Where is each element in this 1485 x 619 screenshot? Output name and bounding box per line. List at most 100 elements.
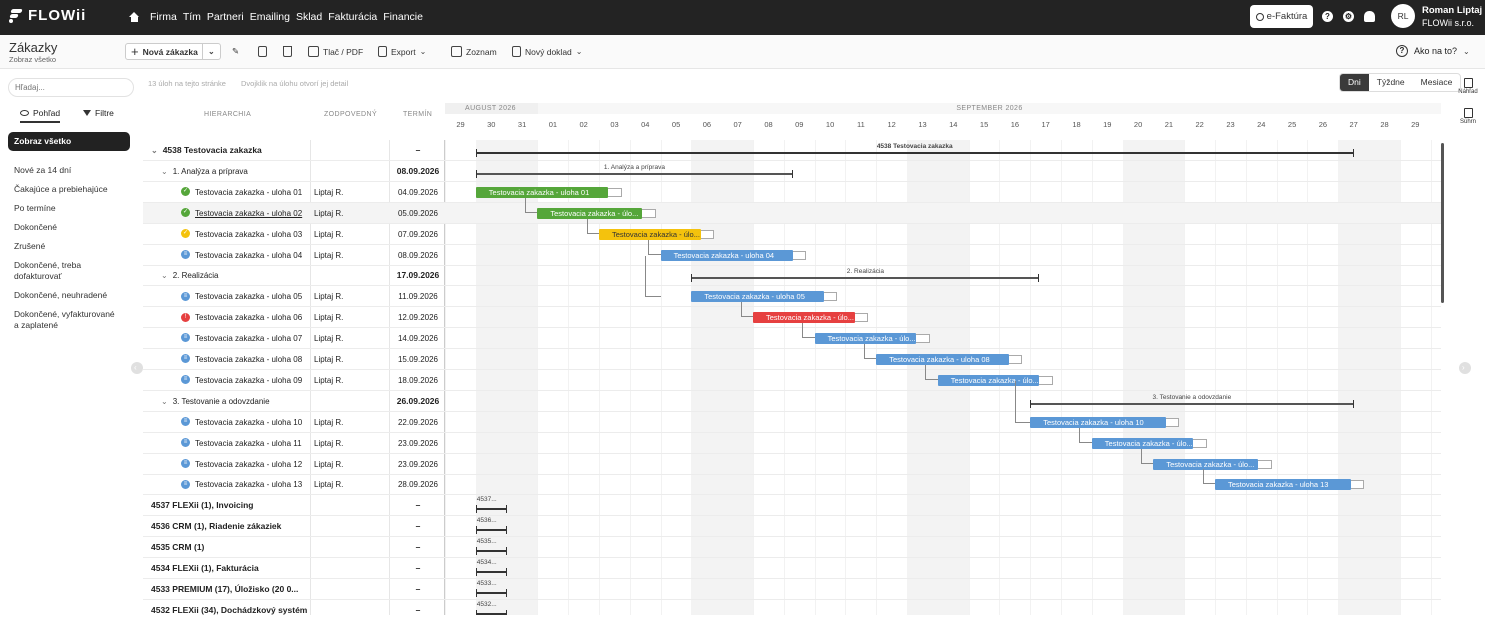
row-name: ⌄ 3. Testovanie a odovzdanie	[151, 391, 317, 412]
nav-fakturacia[interactable]: Fakturácia	[328, 11, 377, 23]
table-row[interactable]: 4532 FLEXii (34), Dochádzkový systém –	[143, 600, 1441, 615]
row-name-text: Testovacia zakazka - uloha 11	[195, 438, 302, 448]
sidebar-item-paid[interactable]: Dokončené, vyfakturované a zaplatené	[8, 309, 123, 331]
search-input[interactable]	[8, 78, 134, 97]
sidebar-item-overdue[interactable]: Po termíne	[8, 203, 130, 214]
collapse-left-button[interactable]	[131, 362, 143, 374]
gantt-bar[interactable]: Testovacia zakazka - úlo...	[1153, 458, 1259, 470]
row-name: ⌄ 1. Analýza a príprava	[151, 161, 317, 182]
collapse-right-button[interactable]	[1459, 362, 1471, 374]
new-order-button[interactable]: + Nová zákazka ⌄	[125, 43, 221, 60]
summary-icon	[1463, 108, 1473, 118]
sidebar-item-cancelled[interactable]: Zrušené	[8, 241, 130, 252]
phase2-summary-bar[interactable]	[691, 274, 1040, 283]
gantt-bar[interactable]: Testovacia zakazka - úlo...	[599, 228, 701, 240]
view-days[interactable]: Dni	[1340, 74, 1369, 91]
nav-tim[interactable]: Tím	[183, 11, 201, 23]
sidebar-item-new[interactable]: Nové za 14 dní	[8, 165, 130, 176]
sidebar-item-waiting[interactable]: Čakajúce a prebiehajúce	[8, 184, 130, 195]
gantt-bar[interactable]: Testovacia zakazka - uloha 13	[1215, 479, 1351, 491]
gantt-bar[interactable]: Testovacia zakazka - uloha 01	[475, 186, 609, 198]
nav-financie[interactable]: Financie	[383, 11, 423, 23]
double-click-hint: Dvojklik na úlohu otvorí jej detail	[241, 79, 349, 88]
avatar[interactable]: RL	[1391, 4, 1415, 28]
trash-icon[interactable]	[283, 43, 292, 60]
table-row[interactable]: 4534 FLEXii (1), Fakturácia –	[143, 558, 1441, 579]
phase1-summary-bar[interactable]	[475, 169, 794, 178]
table-row[interactable]: 4535 CRM (1) –	[143, 537, 1441, 559]
summary-bar[interactable]	[475, 568, 507, 576]
chevron-down-icon[interactable]: ⌄	[161, 161, 168, 182]
table-row[interactable]: 4537 FLEXii (1), Invoicing –	[143, 495, 1441, 517]
summary-bar[interactable]	[475, 505, 507, 514]
gantt-bar[interactable]: Testovacia zakazka - uloha 10	[1030, 416, 1166, 428]
help-button[interactable]: ? Ako na to? ⌄	[1396, 45, 1470, 57]
new-document-button[interactable]: Nový doklad ⌄	[512, 43, 582, 60]
filter-icon	[83, 110, 91, 116]
summary-label: Súhrn	[1459, 119, 1476, 125]
page-subtitle: Zobraz všetko	[9, 55, 57, 64]
efaktura-button[interactable]: e-Faktúra	[1250, 5, 1313, 28]
nav-sklad[interactable]: Sklad	[296, 11, 322, 23]
gantt-bar[interactable]: Testovacia zakazka - úlo...	[537, 207, 643, 219]
nav-firma[interactable]: Firma	[150, 11, 177, 23]
table-row[interactable]: ≡ Testovacia zakazka - uloha 09 Liptaj R. 1…	[143, 370, 1441, 391]
day-label: 19	[1103, 120, 1112, 129]
help-icon[interactable]: ?	[1322, 11, 1333, 22]
chevron-down-icon[interactable]: ⌄	[161, 391, 168, 412]
gantt-bar[interactable]: Testovacia zakazka - úlo...	[1091, 437, 1194, 449]
sidebar-item-to-invoice[interactable]: Dokončené, treba dofakturovať	[8, 260, 98, 282]
summary-bar[interactable]	[475, 609, 507, 615]
table-row[interactable]: ✓ Testovacia zakazka - uloha 01 Liptaj R. 0…	[143, 182, 1441, 203]
gantt-bar[interactable]: Testovacia zakazka - uloha 05	[691, 291, 824, 303]
table-row[interactable]: ✓ Testovacia zakazka - uloha 03 Liptaj R. 0…	[143, 224, 1441, 245]
project-summary-bar[interactable]	[475, 149, 1354, 157]
gantt-bar[interactable]: Testovacia zakazka - úlo...	[753, 312, 855, 324]
row-name: ✓ Testovacia zakazka - uloha 02	[151, 203, 317, 224]
list-button[interactable]: Zoznam	[451, 43, 497, 60]
summary-tool[interactable]: Súhrn	[1455, 108, 1481, 125]
dependency-connector	[1079, 427, 1092, 443]
flowii-logo[interactable]: FLOWii	[9, 7, 86, 24]
table-row[interactable]: ≡ Testovacia zakazka - uloha 10 Liptaj R. 2…	[143, 412, 1441, 433]
home-icon[interactable]	[129, 12, 140, 22]
dependency-connector	[1014, 380, 1031, 423]
user-info[interactable]: Roman Liptaj FLOWii s.r.o.	[1422, 4, 1482, 29]
nav-emailing[interactable]: Emailing	[250, 11, 290, 23]
sidebar-item-unpaid[interactable]: Dokončené, neuhradené	[8, 290, 130, 301]
gantt-bar[interactable]: Testovacia zakazka - úlo...	[814, 333, 917, 345]
view-weeks[interactable]: Týždne	[1369, 74, 1413, 91]
export-button[interactable]: Export ⌄	[378, 43, 426, 60]
edit-icon[interactable]: ✎	[232, 43, 239, 60]
status-green-icon: ✓	[181, 187, 190, 197]
table-row[interactable]: ≡ Testovacia zakazka - uloha 08 Liptaj R. 1…	[143, 349, 1441, 370]
row-name-text: Testovacia zakazka - uloha 10	[195, 417, 303, 427]
preview-tool[interactable]: Náhľad	[1455, 78, 1481, 95]
nav-partneri[interactable]: Partneri	[207, 11, 244, 23]
table-row[interactable]: ≡ Testovacia zakazka - uloha 11 Liptaj R. 2…	[143, 433, 1441, 454]
chevron-down-icon[interactable]: ⌄	[161, 265, 168, 286]
table-row[interactable]: 4536 CRM (1), Riadenie zákaziek –	[143, 516, 1441, 538]
sidebar-item-all[interactable]: Zobraz všetko	[8, 132, 130, 151]
gantt-bar[interactable]: Testovacia zakazka - uloha 04	[660, 249, 794, 261]
copy-icon[interactable]	[258, 43, 267, 60]
sidebar-item-done[interactable]: Dokončené	[8, 222, 130, 233]
chevron-down-icon[interactable]: ⌄	[208, 47, 215, 56]
tab-view[interactable]: Pohľad	[20, 108, 61, 123]
tab-filter[interactable]: Filtre	[83, 108, 114, 118]
print-button[interactable]: Tlač / PDF	[308, 43, 363, 60]
summary-bar[interactable]	[475, 588, 507, 597]
table-row[interactable]: ≡ Testovacia zakazka - uloha 07 Liptaj R. 1…	[143, 328, 1441, 350]
view-months[interactable]: Mesiace	[1413, 74, 1461, 91]
scrollbar[interactable]	[1441, 143, 1444, 303]
table-row[interactable]: 4533 PREMIUM (17), Úložisko (20 0... –	[143, 579, 1441, 600]
gear-icon[interactable]: ⚙	[1343, 11, 1354, 22]
phase3-summary-bar[interactable]	[1030, 399, 1354, 408]
chevron-down-icon[interactable]: ⌄	[151, 140, 158, 161]
table-row[interactable]: ✓ Testovacia zakazka - uloha 02 Liptaj R. 0…	[143, 202, 1441, 224]
gantt-bar[interactable]: Testovacia zakazka - uloha 08	[876, 354, 1009, 365]
row-deadline: –	[415, 145, 421, 155]
summary-bar[interactable]	[475, 526, 507, 535]
summary-bar[interactable]	[475, 547, 507, 556]
bell-icon[interactable]	[1364, 11, 1375, 22]
